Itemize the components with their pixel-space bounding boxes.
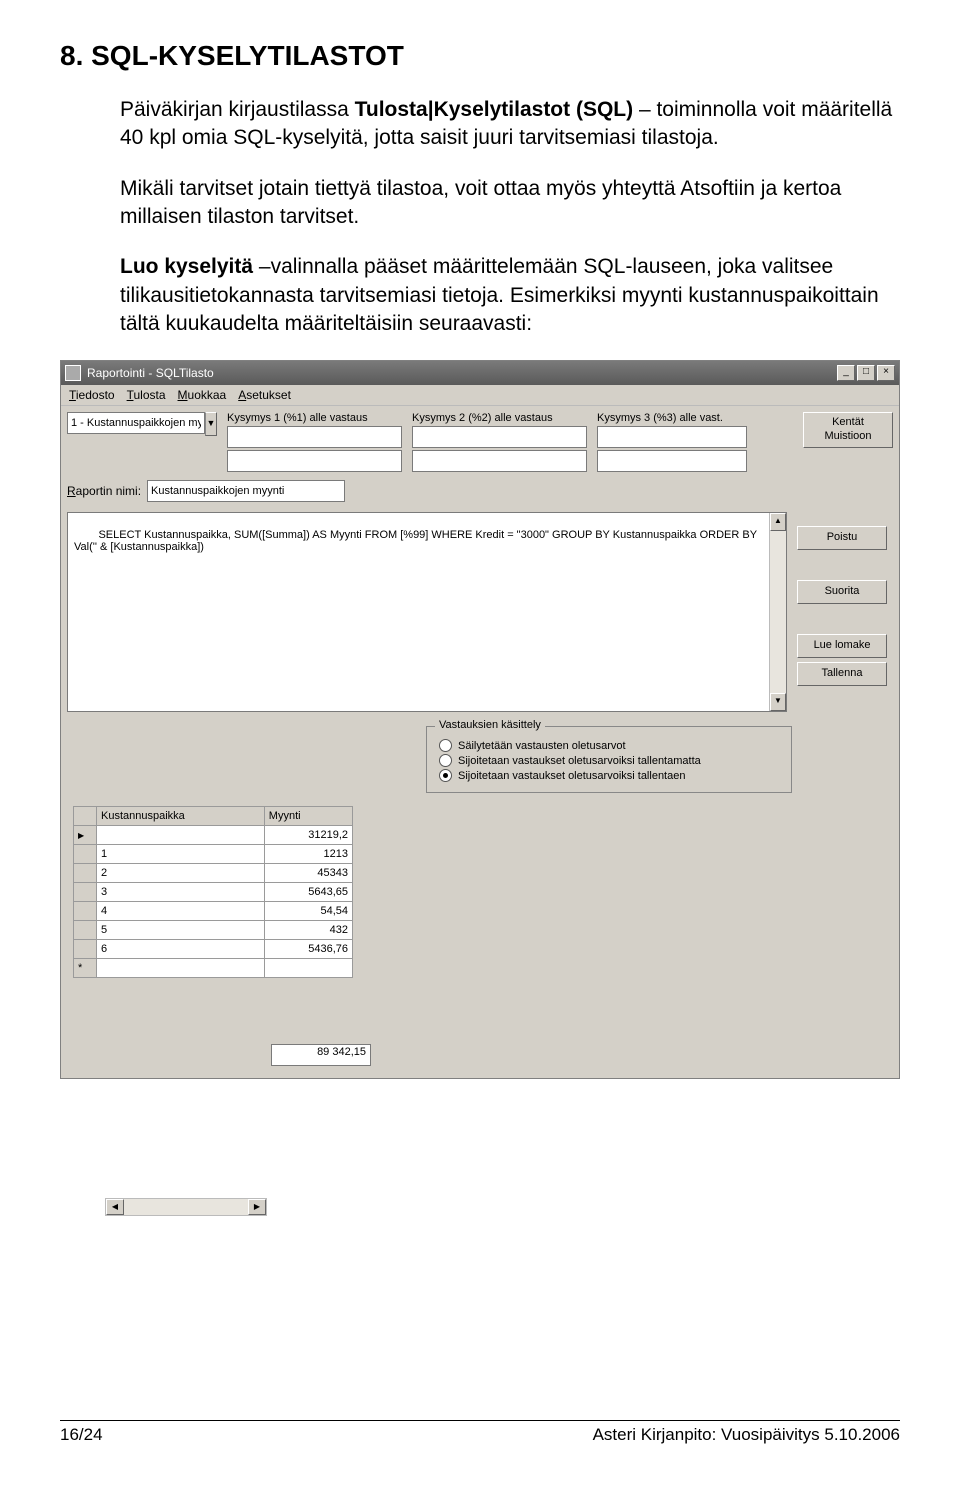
cell-myynti: 54,54 bbox=[264, 902, 352, 921]
cell-kustannuspaikka: 5 bbox=[97, 921, 265, 940]
col-header-1[interactable]: Myynti bbox=[264, 807, 352, 826]
section-heading: 8. SQL-KYSELYTILASTOT bbox=[60, 40, 900, 72]
radio-icon bbox=[439, 739, 452, 752]
scroll-left-icon[interactable]: ◀ bbox=[106, 1199, 124, 1215]
cell-myynti: 1213 bbox=[264, 845, 352, 864]
row-selector[interactable] bbox=[74, 921, 97, 940]
radio-option-2[interactable]: Sijoitetaan vastaukset oletusarvoiksi ta… bbox=[439, 754, 779, 767]
q3-label: Kysymys 3 (%3) alle vast. bbox=[597, 412, 747, 424]
scroll-down-icon[interactable]: ▼ bbox=[770, 693, 786, 711]
cell-kustannuspaikka: 4 bbox=[97, 902, 265, 921]
radio-label-2: Sijoitetaan vastaukset oletusarvoiksi ta… bbox=[458, 755, 701, 767]
cell-kustannuspaikka: 1 bbox=[97, 845, 265, 864]
menu-tulosta[interactable]: Tulosta bbox=[127, 388, 166, 402]
minimize-button[interactable]: _ bbox=[837, 365, 855, 381]
maximize-button[interactable]: □ bbox=[857, 365, 875, 381]
q1-input[interactable] bbox=[227, 426, 402, 448]
cell-kustannuspaikka bbox=[97, 826, 265, 845]
q3-input[interactable] bbox=[597, 426, 747, 448]
tallenna-button[interactable]: Tallenna bbox=[797, 662, 887, 686]
sql-text: SELECT Kustannuspaikka, SUM([Summa]) AS … bbox=[74, 529, 760, 553]
table-row[interactable]: 5432 bbox=[74, 921, 353, 940]
p1-feature-name: Tulosta|Kyselytilastot (SQL) bbox=[355, 98, 634, 121]
report-name-input[interactable] bbox=[147, 480, 345, 502]
menu-muokkaa[interactable]: Muokkaa bbox=[178, 388, 227, 402]
paragraph-1: Päiväkirjan kirjaustilassa Tulosta|Kysel… bbox=[120, 96, 900, 153]
scroll-up-icon[interactable]: ▲ bbox=[770, 513, 786, 531]
table-row[interactable]: 245343 bbox=[74, 864, 353, 883]
q2-input[interactable] bbox=[412, 426, 587, 448]
row-selector-new[interactable]: * bbox=[74, 959, 97, 978]
window-title: Raportointi - SQLTilasto bbox=[87, 366, 214, 380]
row-selector[interactable] bbox=[74, 883, 97, 902]
cell-empty bbox=[264, 959, 352, 978]
col-header-0[interactable]: Kustannuspaikka bbox=[97, 807, 265, 826]
radio-label-3: Sijoitetaan vastaukset oletusarvoiksi ta… bbox=[458, 770, 685, 782]
window-content: ▼ Kysymys 1 (%1) alle vastaus Kysymys 2 … bbox=[61, 406, 899, 1078]
row-selector[interactable] bbox=[74, 864, 97, 883]
query-select-combo[interactable]: ▼ bbox=[67, 412, 217, 436]
footer-text: Asteri Kirjanpito: Vuosipäivitys 5.10.20… bbox=[593, 1425, 900, 1445]
cell-myynti: 45343 bbox=[264, 864, 352, 883]
row-selector[interactable] bbox=[74, 826, 97, 845]
menu-tiedosto[interactable]: Tiedosto bbox=[69, 388, 115, 402]
titlebar: Raportointi - SQLTilasto _ □ × bbox=[61, 361, 899, 385]
p3-bold: Luo kyselyitä bbox=[120, 255, 253, 278]
answers-handling-group: Vastauksien käsittely Säilytetään vastau… bbox=[426, 726, 792, 793]
row-selector[interactable] bbox=[74, 845, 97, 864]
table-row[interactable]: 11213 bbox=[74, 845, 353, 864]
cell-myynti: 31219,2 bbox=[264, 826, 352, 845]
paragraph-3: Luo kyselyitä –valinnalla pääset määritt… bbox=[120, 253, 900, 338]
menu-asetukset[interactable]: Asetukset bbox=[238, 388, 291, 402]
p1-text-a: Päiväkirjan kirjaustilassa bbox=[120, 98, 355, 121]
lue-lomake-button[interactable]: Lue lomake bbox=[797, 634, 887, 658]
app-window: Raportointi - SQLTilasto _ □ × Tiedosto … bbox=[60, 360, 900, 1079]
radio-icon bbox=[439, 754, 452, 767]
table-row-new[interactable]: * bbox=[74, 959, 353, 978]
q2-label: Kysymys 2 (%2) alle vastaus bbox=[412, 412, 587, 424]
app-icon bbox=[65, 365, 81, 381]
q2-answer-input[interactable] bbox=[412, 450, 587, 472]
menubar: Tiedosto Tulosta Muokkaa Asetukset bbox=[61, 385, 899, 406]
table-row[interactable]: 65436,76 bbox=[74, 940, 353, 959]
result-grid: Kustannuspaikka Myynti 31219,21121324534… bbox=[73, 806, 353, 1216]
sql-scrollbar[interactable]: ▲ ▼ bbox=[769, 513, 786, 711]
report-name-label: Raportin nimi: bbox=[67, 484, 141, 498]
cell-myynti: 5643,65 bbox=[264, 883, 352, 902]
cell-empty bbox=[97, 959, 265, 978]
table-row[interactable]: 35643,65 bbox=[74, 883, 353, 902]
sql-textarea[interactable]: SELECT Kustannuspaikka, SUM([Summa]) AS … bbox=[67, 512, 787, 712]
suorita-button[interactable]: Suorita bbox=[797, 580, 887, 604]
q1-label: Kysymys 1 (%1) alle vastaus bbox=[227, 412, 402, 424]
kentat-muistioon-button[interactable]: Kentät Muistioon bbox=[803, 412, 893, 448]
cell-kustannuspaikka: 2 bbox=[97, 864, 265, 883]
q1-answer-input[interactable] bbox=[227, 450, 402, 472]
radio-option-1[interactable]: Säilytetään vastausten oletusarvot bbox=[439, 739, 779, 752]
scroll-right-icon[interactable]: ▶ bbox=[248, 1199, 266, 1215]
chevron-down-icon[interactable]: ▼ bbox=[205, 412, 217, 436]
cell-kustannuspaikka: 6 bbox=[97, 940, 265, 959]
cell-myynti: 432 bbox=[264, 921, 352, 940]
page-number: 16/24 bbox=[60, 1425, 103, 1445]
table-row[interactable]: 454,54 bbox=[74, 902, 353, 921]
total-output: 89 342,15 bbox=[271, 1044, 371, 1066]
radio-icon bbox=[439, 769, 452, 782]
cell-myynti: 5436,76 bbox=[264, 940, 352, 959]
poistu-button[interactable]: Poistu bbox=[797, 526, 887, 550]
row-selector[interactable] bbox=[74, 902, 97, 921]
cell-kustannuspaikka: 3 bbox=[97, 883, 265, 902]
table-row[interactable]: 31219,2 bbox=[74, 826, 353, 845]
row-selector[interactable] bbox=[74, 940, 97, 959]
radio-option-3[interactable]: Sijoitetaan vastaukset oletusarvoiksi ta… bbox=[439, 769, 779, 782]
query-select-input[interactable] bbox=[67, 412, 205, 434]
q3-answer-input[interactable] bbox=[597, 450, 747, 472]
grid-horizontal-scrollbar[interactable]: ◀ ▶ bbox=[105, 1198, 267, 1216]
close-button[interactable]: × bbox=[877, 365, 895, 381]
radio-legend: Vastauksien käsittely bbox=[435, 719, 545, 731]
paragraph-2: Mikäli tarvitset jotain tiettyä tilastoa… bbox=[120, 175, 900, 232]
row-header-blank bbox=[74, 807, 97, 826]
radio-label-1: Säilytetään vastausten oletusarvot bbox=[458, 740, 626, 752]
